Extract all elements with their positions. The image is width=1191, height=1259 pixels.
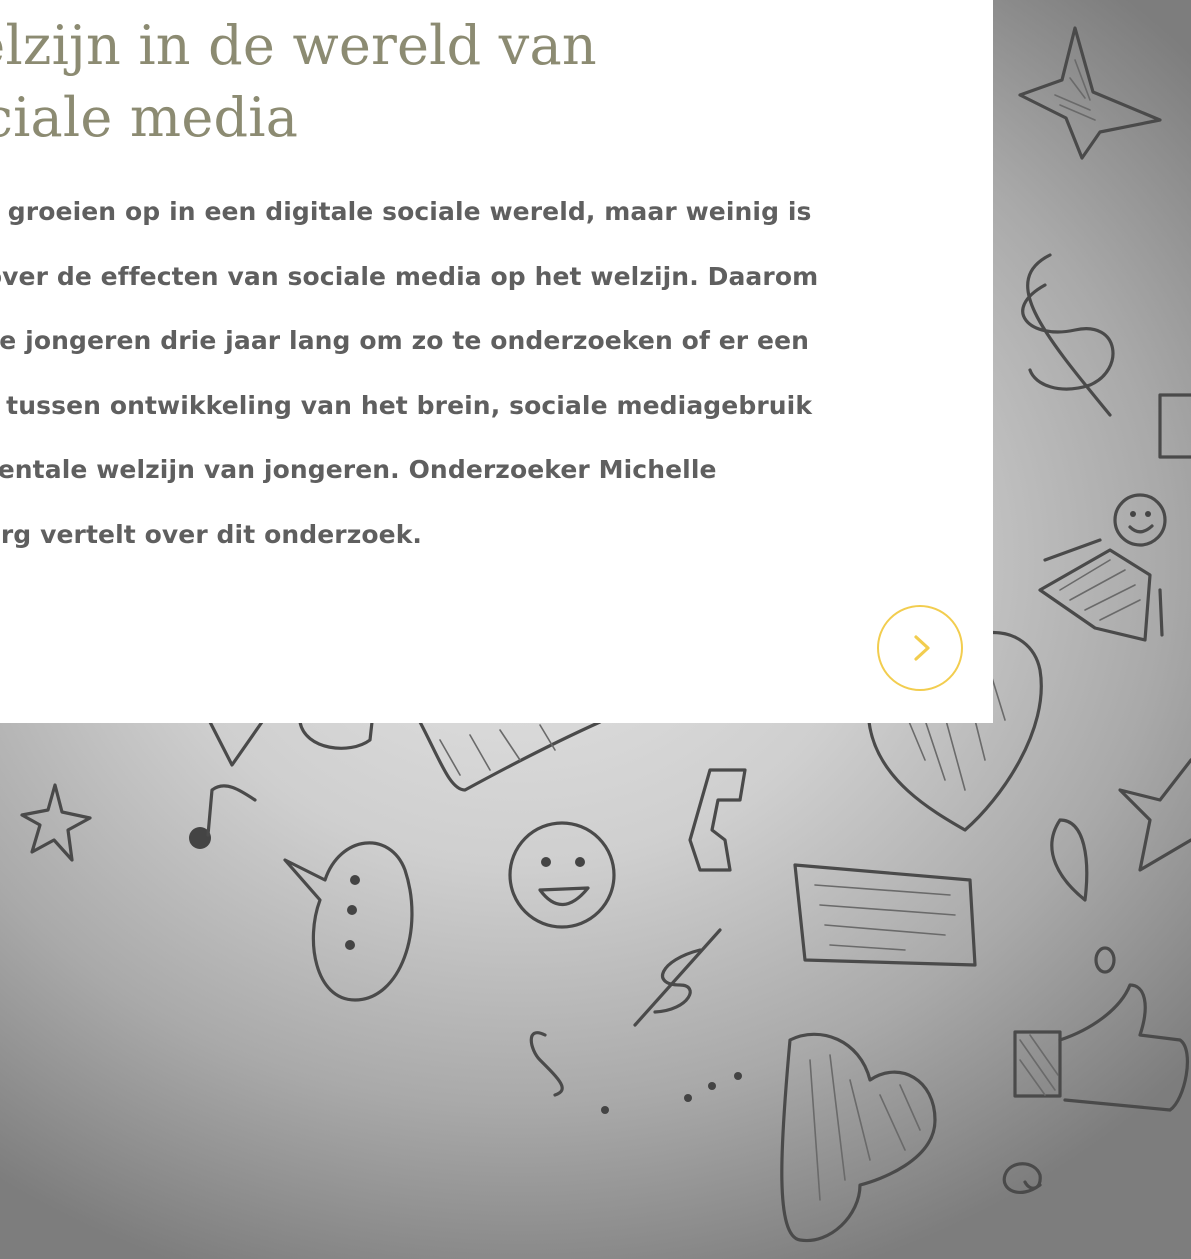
phone-icon — [688, 768, 747, 872]
dollar-icon — [633, 928, 722, 1027]
question-mark-icon — [529, 1031, 609, 1114]
thumbs-up-icon — [1013, 983, 1189, 1112]
dollar-icon — [1021, 253, 1115, 417]
message-box-icon — [793, 863, 977, 967]
exclamation-icon — [1050, 818, 1116, 974]
article-card: Welzijn in de wereld van sociale media J… — [0, 0, 993, 723]
music-note-icon — [189, 784, 257, 849]
smiley-icon — [1038, 493, 1167, 642]
speech-bubble-icon — [283, 841, 414, 1002]
star-icon — [1118, 758, 1191, 872]
smiley-icon — [508, 821, 616, 929]
heart-icon — [780, 1032, 937, 1243]
ellipsis-icon — [684, 1072, 742, 1102]
at-sign-icon — [1002, 1162, 1042, 1194]
article-intro: Jongeren groeien op in een digitale soci… — [0, 197, 819, 549]
chip-icon — [298, 720, 602, 792]
box-icon — [1158, 393, 1191, 459]
article-title: Welzijn in de wereld van sociale media — [0, 14, 597, 149]
star-icon — [1018, 26, 1162, 160]
next-button[interactable] — [877, 605, 963, 691]
chevron-right-icon — [914, 635, 930, 661]
star-icon — [20, 783, 92, 862]
heart-icon — [208, 720, 264, 767]
